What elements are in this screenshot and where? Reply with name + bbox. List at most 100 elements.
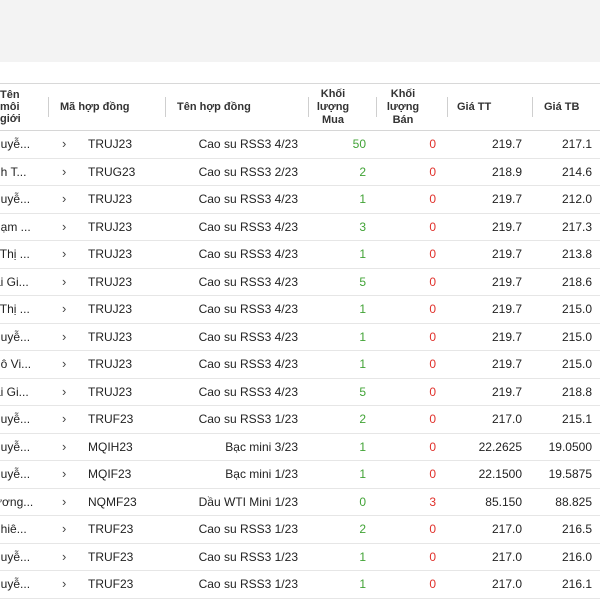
contract-name-cell: Cao su RSS3 1/23 xyxy=(198,577,298,591)
chevron-right-icon[interactable]: › xyxy=(62,269,74,295)
contract-name-cell: Cao su RSS3 4/23 xyxy=(198,357,298,371)
table-row[interactable]: guyễ... › TRUJ23 Cao su RSS3 4/23 1 0 219.7 215… xyxy=(0,324,600,351)
avg-price-cell: 213.8 xyxy=(561,247,592,261)
table-row[interactable]: nh T... › TRUG23 Cao su RSS3 2/23 2 0 218.9 214… xyxy=(0,159,600,186)
contract-name-cell: Cao su RSS3 4/23 xyxy=(198,192,298,206)
column-divider[interactable] xyxy=(376,97,377,117)
broker-cell: guyễ... xyxy=(0,192,31,206)
contract-name-cell: Cao su RSS3 4/23 xyxy=(198,384,298,399)
contract-name-cell: Cao su RSS3 1/23 xyxy=(198,522,298,536)
sell-volume-cell: 3 xyxy=(429,494,436,509)
avg-price-cell: 218.6 xyxy=(561,274,592,289)
market-price-cell: 219.7 xyxy=(491,357,522,371)
market-price-cell: 219.7 xyxy=(491,219,522,234)
sell-volume-cell: 0 xyxy=(429,219,436,234)
column-divider[interactable] xyxy=(447,97,448,117)
table-row[interactable]: guyễ... › TRUJ23 Cao su RSS3 4/23 1 0 219.7 212… xyxy=(0,186,600,214)
buy-volume-cell: 2 xyxy=(359,164,366,179)
buy-volume-cell: 50 xyxy=(352,137,366,151)
table-row[interactable]: gô Vi... › TRUJ23 Cao su RSS3 4/23 1 0 219.7 21… xyxy=(0,351,600,379)
avg-price-cell: 216.5 xyxy=(561,522,592,536)
chevron-right-icon[interactable]: › xyxy=(62,131,74,157)
sell-volume-cell: 0 xyxy=(429,384,436,399)
sell-volume-cell: 0 xyxy=(429,412,436,426)
market-price-cell: 219.7 xyxy=(491,302,522,316)
table-row[interactable]: hạm ... › TRUJ23 Cao su RSS3 4/23 3 0 219.7 217… xyxy=(0,214,600,241)
avg-price-cell: 215.0 xyxy=(561,302,592,316)
chevron-right-icon[interactable]: › xyxy=(62,489,74,515)
column-divider[interactable] xyxy=(532,97,533,117)
avg-price-cell: 215.0 xyxy=(561,329,592,344)
chevron-right-icon[interactable]: › xyxy=(62,571,74,597)
avg-price-cell: 215.0 xyxy=(561,357,592,371)
broker-cell: guyễ... xyxy=(0,577,31,591)
chevron-right-icon[interactable]: › xyxy=(62,241,74,267)
broker-cell: guyễ... xyxy=(0,412,31,426)
chevron-right-icon[interactable]: › xyxy=(62,406,74,432)
table-row[interactable]: ghiê... › TRUF23 Cao su RSS3 1/23 2 0 217.0 216… xyxy=(0,516,600,544)
broker-cell: ghiê... xyxy=(0,522,27,536)
market-price-cell: 218.9 xyxy=(491,164,522,179)
table-row[interactable]: guyễ... › MQIF23 Bạc mini 1/23 1 0 22.1500 19.5… xyxy=(0,461,600,489)
broker-cell: gô Vi... xyxy=(0,357,32,371)
table-row[interactable]: ái Gi... › TRUJ23 Cao su RSS3 4/23 5 0 219.7 21… xyxy=(0,379,600,406)
contract-code-cell: TRUJ23 xyxy=(88,219,133,234)
table-row[interactable]: ái Gi... › TRUJ23 Cao su RSS3 4/23 5 0 219.7 21… xyxy=(0,269,600,296)
avg-price-cell: 214.6 xyxy=(561,164,592,179)
col-header-contract-code[interactable]: Mã hợp đồng xyxy=(60,84,160,130)
contract-name-cell: Cao su RSS3 2/23 xyxy=(198,164,298,179)
sell-volume-cell: 0 xyxy=(429,192,436,206)
market-price-cell: 217.0 xyxy=(491,522,522,536)
avg-price-cell: 212.0 xyxy=(561,192,592,206)
table-row[interactable]: guyễ... › TRUF23 Cao su RSS3 1/23 2 0 217.0 215… xyxy=(0,406,600,434)
col-header-contract-name[interactable]: Tên hợp đồng xyxy=(177,84,297,130)
col-header-buy-volume[interactable]: Khối lượng Mua xyxy=(308,84,358,130)
chevron-right-icon[interactable]: › xyxy=(62,516,74,542)
avg-price-cell: 19.5875 xyxy=(548,467,592,481)
col-header-sell-volume[interactable]: Khối lượng Bán xyxy=(378,84,428,130)
contract-code-cell: TRUF23 xyxy=(88,577,134,591)
table-row[interactable]: guyễ... › TRUJ23 Cao su RSS3 4/23 50 0 219.7 21… xyxy=(0,131,600,159)
column-divider[interactable] xyxy=(165,97,166,117)
col-header-broker[interactable]: Tên môi giới xyxy=(0,84,38,130)
table-row[interactable]: ương... › NQMF23 Dầu WTI Mini 1/23 0 3 85.150 8… xyxy=(0,489,600,516)
chevron-right-icon[interactable]: › xyxy=(62,214,74,240)
avg-price-cell: 217.3 xyxy=(561,219,592,234)
contract-code-cell: TRUJ23 xyxy=(88,247,133,261)
toolbar-area xyxy=(0,0,600,62)
chevron-right-icon[interactable]: › xyxy=(62,434,74,460)
col-header-avg-price[interactable]: Giá TB xyxy=(544,84,594,130)
chevron-right-icon[interactable]: › xyxy=(62,324,74,350)
broker-cell: guyễ... xyxy=(0,467,31,481)
chevron-right-icon[interactable]: › xyxy=(62,461,74,487)
column-divider[interactable] xyxy=(48,97,49,117)
sell-volume-cell: 0 xyxy=(429,274,436,289)
buy-volume-cell: 1 xyxy=(359,467,366,481)
table-row[interactable]: guyễ... › TRUF23 Cao su RSS3 1/23 1 0 217.0 216… xyxy=(0,544,600,571)
contract-name-cell: Cao su RSS3 4/23 xyxy=(198,302,298,316)
chevron-right-icon[interactable]: › xyxy=(62,351,74,377)
chevron-right-icon[interactable]: › xyxy=(62,186,74,212)
sell-volume-cell: 0 xyxy=(429,357,436,371)
table-row[interactable]: guyễ... › MQIH23 Bạc mini 3/23 1 0 22.2625 19.0… xyxy=(0,434,600,461)
contract-code-cell: MQIH23 xyxy=(88,439,133,454)
broker-cell: guyễ... xyxy=(0,137,31,151)
contract-code-cell: TRUJ23 xyxy=(88,192,133,206)
table-row[interactable]: ỉ Thị ... › TRUJ23 Cao su RSS3 4/23 1 0 219.7 2… xyxy=(0,296,600,324)
col-header-market-price[interactable]: Giá TT xyxy=(457,84,517,130)
contract-name-cell: Bạc mini 1/23 xyxy=(225,467,298,481)
avg-price-cell: 19.0500 xyxy=(548,439,592,454)
sell-volume-cell: 0 xyxy=(429,137,436,151)
buy-volume-cell: 1 xyxy=(359,439,366,454)
chevron-right-icon[interactable]: › xyxy=(62,159,74,185)
sell-volume-cell: 0 xyxy=(429,439,436,454)
contract-code-cell: TRUJ23 xyxy=(88,137,133,151)
chevron-right-icon[interactable]: › xyxy=(62,544,74,570)
chevron-right-icon[interactable]: › xyxy=(62,296,74,322)
contract-code-cell: TRUF23 xyxy=(88,522,134,536)
market-price-cell: 219.7 xyxy=(491,274,522,289)
market-price-cell: 217.0 xyxy=(491,549,522,564)
chevron-right-icon[interactable]: › xyxy=(62,379,74,405)
table-row[interactable]: ỉ Thị ... › TRUJ23 Cao su RSS3 4/23 1 0 219.7 2… xyxy=(0,241,600,269)
table-row[interactable]: guyễ... › TRUF23 Cao su RSS3 1/23 1 0 217.0 216… xyxy=(0,571,600,599)
